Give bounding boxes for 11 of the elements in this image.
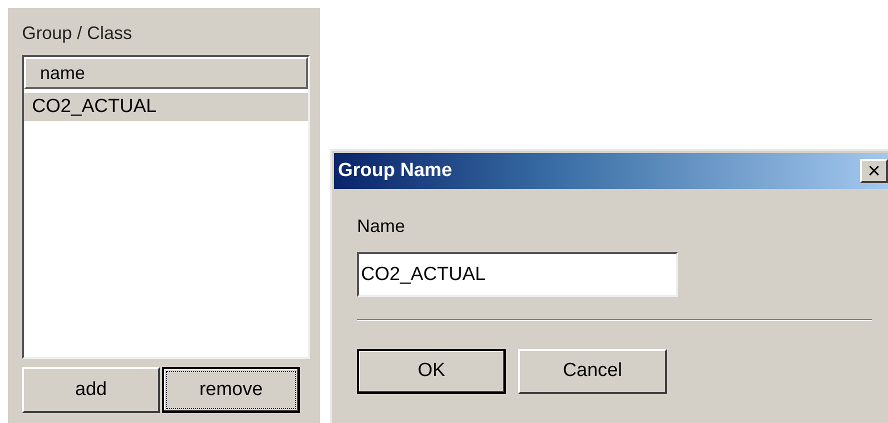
- default-button[interactable]: OK: [357, 349, 506, 394]
- push-button[interactable]: Cancel: [518, 349, 667, 394]
- field-label: Name: [357, 215, 406, 238]
- panel-title: Group / Class: [22, 22, 132, 44]
- dialog-title: Group Name: [338, 158, 452, 183]
- name-field[interactable]: CO2_ACTUAL: [357, 252, 678, 297]
- push-button[interactable]: add: [22, 367, 160, 413]
- list-row[interactable]: CO2_ACTUAL: [24, 93, 308, 121]
- close-button[interactable]: ×: [860, 159, 888, 183]
- column-header[interactable]: name: [24, 57, 308, 89]
- default-button[interactable]: remove: [162, 367, 300, 413]
